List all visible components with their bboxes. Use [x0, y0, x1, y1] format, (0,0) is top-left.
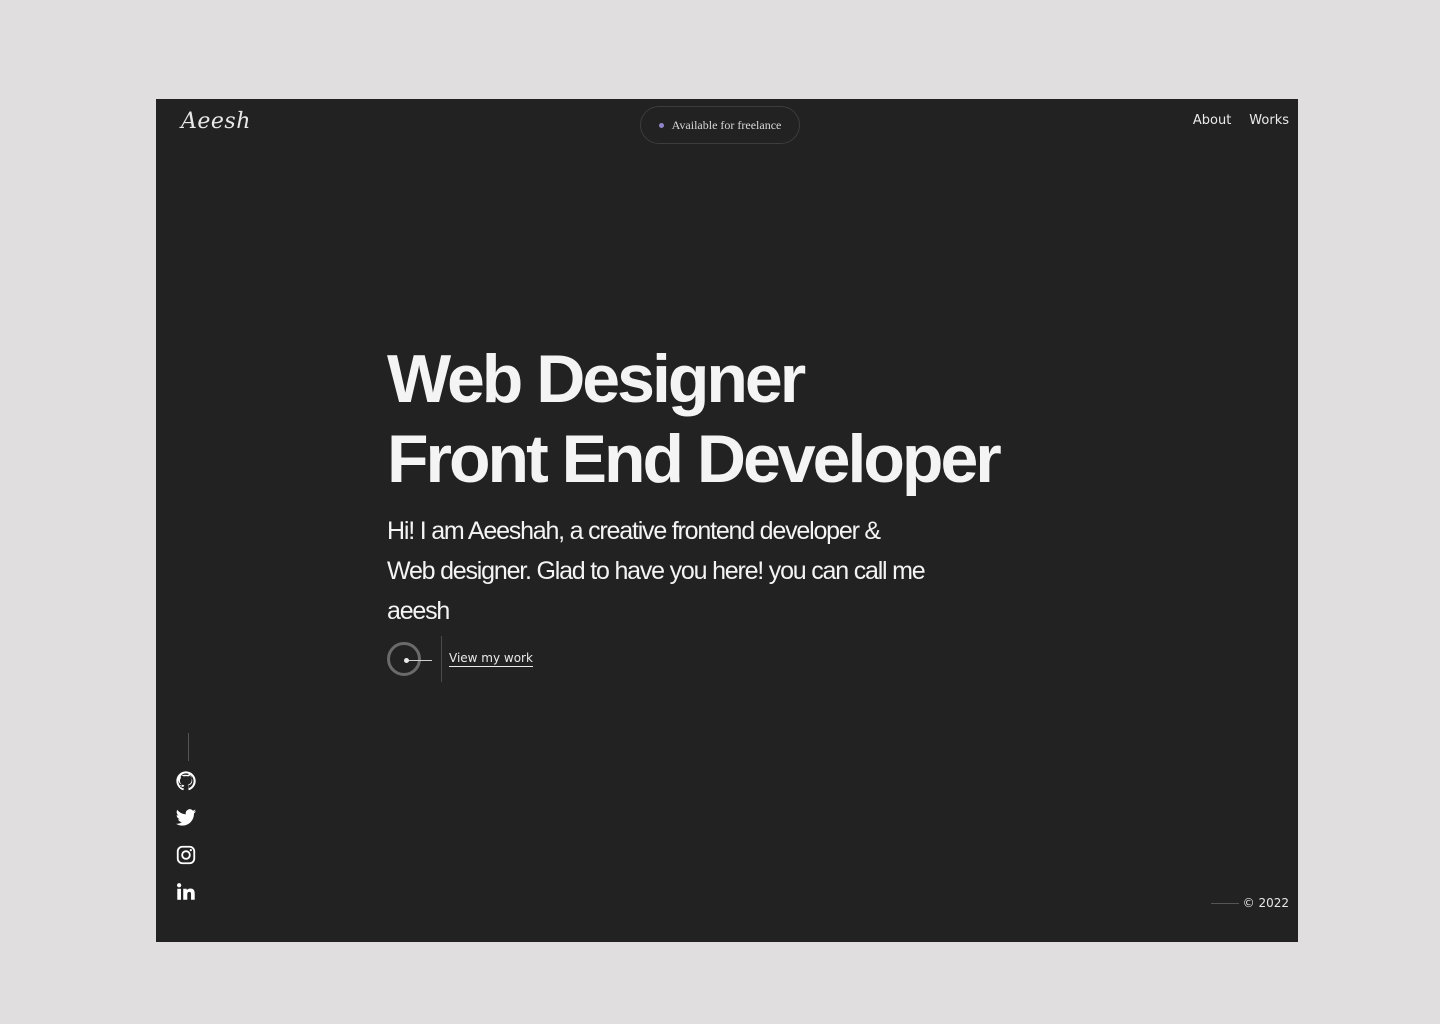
main-nav: About Works: [1193, 113, 1289, 128]
instagram-icon[interactable]: [175, 844, 197, 866]
copyright: © 2022: [1210, 896, 1289, 910]
social-divider: [187, 733, 189, 761]
portfolio-frame: Aeesh Available for freelance About Work…: [156, 99, 1298, 942]
headline-line-2: Front End Developer: [387, 421, 1002, 497]
hero-headline: Web Designer Front End Developer: [387, 339, 1087, 499]
social-links: [175, 733, 197, 918]
nav-link-about[interactable]: About: [1193, 113, 1231, 128]
copyright-text: © 2022: [1242, 896, 1289, 910]
github-icon[interactable]: [175, 770, 197, 792]
logo[interactable]: Aeesh: [181, 109, 251, 134]
linkedin-icon[interactable]: [175, 881, 197, 903]
view-work-link[interactable]: View my work: [449, 651, 533, 667]
view-work-cta[interactable]: View my work: [387, 636, 533, 682]
hero-intro: Hi! I am Aeeshah, a creative frontend de…: [387, 517, 926, 625]
nav-link-works[interactable]: Works: [1249, 113, 1289, 128]
cta-circle-icon[interactable]: [387, 642, 432, 676]
cta-divider: [441, 636, 442, 682]
status-dot-icon: [658, 122, 664, 128]
copyright-divider: [1210, 902, 1239, 904]
availability-badge: Available for freelance: [640, 106, 800, 144]
twitter-icon[interactable]: [175, 807, 197, 829]
headline-line-1: Web Designer: [387, 341, 806, 417]
hero-section: Web Designer Front End Developer Hi! I a…: [387, 339, 1087, 631]
availability-text: Available for freelance: [671, 117, 782, 132]
